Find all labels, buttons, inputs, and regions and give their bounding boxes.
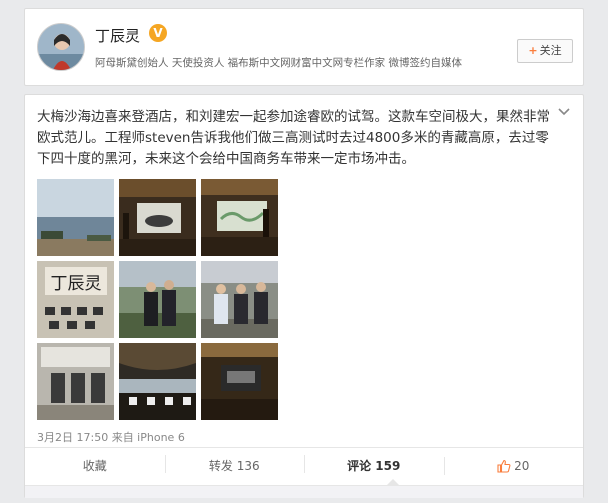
photo-presentation-car[interactable]: [119, 179, 196, 256]
profile-bio: 阿母斯黛创始人 天使投资人 福布斯中文网财富中文网专栏作家 微博签约自媒体: [95, 57, 463, 69]
photo-two-men[interactable]: [119, 261, 196, 338]
profile-name[interactable]: 丁辰灵: [95, 25, 140, 46]
repost-button[interactable]: 转发 136: [164, 455, 305, 474]
photo-name-plate[interactable]: 丁辰灵: [37, 261, 114, 338]
photo-grid: 丁辰灵: [37, 179, 282, 420]
name-plate-text: 丁辰灵: [51, 274, 102, 294]
photo-sea-view[interactable]: [37, 179, 114, 256]
avatar[interactable]: [37, 23, 85, 71]
post-card: 大梅沙海边喜来登酒店，和刘建宏一起参加途睿欧的试驾。这款车空间极大，果然非常欧式…: [24, 94, 584, 498]
chevron-down-icon[interactable]: [557, 105, 571, 119]
photo-venue-seating[interactable]: [119, 343, 196, 420]
photo-van-interior[interactable]: [37, 343, 114, 420]
comment-button[interactable]: 评论 159: [304, 455, 444, 474]
favorite-button[interactable]: 收藏: [25, 457, 165, 474]
profile-card: 丁辰灵 V 阿母斯黛创始人 天使投资人 福布斯中文网财富中文网专栏作家 微博签约…: [24, 8, 584, 86]
photo-presentation-map[interactable]: [201, 179, 278, 256]
comment-area-strip: [25, 485, 583, 498]
photo-three-men[interactable]: [201, 261, 278, 338]
plus-icon: +: [528, 44, 538, 57]
like-button[interactable]: 20: [443, 456, 584, 475]
action-bar: 收藏 转发 136 评论 159 20: [25, 447, 583, 483]
photo-stage-screen[interactable]: [201, 343, 278, 420]
thumbs-up-icon: [497, 459, 511, 473]
post-meta: 3月2日 17:50 来自 iPhone 6: [37, 431, 185, 444]
verified-icon: V: [149, 24, 167, 42]
follow-label: 关注: [539, 44, 562, 57]
post-text: 大梅沙海边喜来登酒店，和刘建宏一起参加途睿欧的试驾。这款车空间极大，果然非常欧式…: [37, 109, 550, 167]
like-count: 20: [514, 458, 530, 473]
follow-button[interactable]: + 关注: [517, 39, 573, 63]
